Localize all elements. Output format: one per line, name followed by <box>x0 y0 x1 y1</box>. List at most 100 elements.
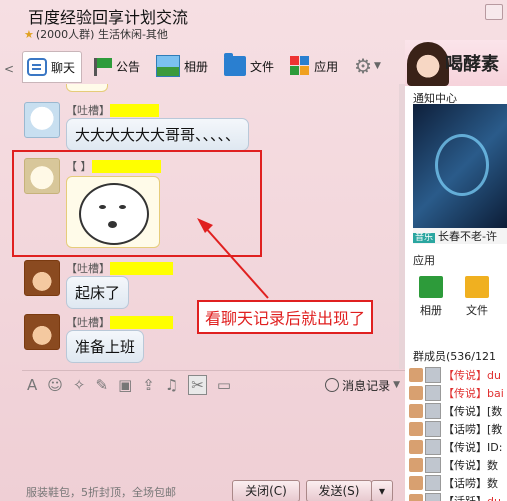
apps-grid: 相册 文件 <box>413 270 505 318</box>
members-title: 群成员(536/121 <box>413 350 496 363</box>
ad-link[interactable]: 服装鞋包，5折封顶，全场包邮 <box>26 484 176 500</box>
folder-icon <box>224 53 247 76</box>
message-bubble: 大大大大大大哥哥、、、、、 <box>66 118 250 151</box>
clock-icon <box>325 378 340 392</box>
chevron-down-icon[interactable]: ▼ <box>374 61 381 71</box>
avatar[interactable] <box>24 102 60 138</box>
member-row[interactable]: 【传说】 bai <box>409 384 504 402</box>
screenshot-icon[interactable]: ✂ <box>188 375 207 395</box>
member-name: du <box>487 494 501 501</box>
tab-album[interactable]: 相册 <box>152 52 214 80</box>
chat-icon <box>27 58 47 76</box>
member-row[interactable]: 【传说】 ID: <box>409 438 504 456</box>
edit-icon[interactable]: ✎ <box>95 376 108 394</box>
back-button[interactable]: < <box>4 62 14 76</box>
send-options-button[interactable]: ▾ <box>371 480 393 501</box>
member-row[interactable]: 【活跃】du <box>409 492 504 501</box>
music-bar[interactable]: 音乐 长春不老-许 <box>413 228 507 244</box>
tab-announcement-label: 公告 <box>116 59 141 74</box>
input-toolbar: A ☺ ✧ ✎ ▣ ⇪ ♫ ✂ ▭ 消息记录 ▼ <box>22 370 406 399</box>
notice-graphic <box>435 134 489 196</box>
message-input[interactable] <box>22 398 406 474</box>
avatar[interactable] <box>24 260 60 296</box>
message-bubble: 准备上班 <box>66 330 145 363</box>
member-avatar <box>425 403 441 419</box>
member-name: 数 <box>487 477 498 490</box>
nickname: 【吐槽】 <box>66 314 173 330</box>
send-button[interactable]: 发送(S) <box>306 480 372 501</box>
music-tag: 音乐 <box>413 233 436 243</box>
member-tag: 【传说】 <box>443 369 487 382</box>
chevron-down-icon: ▼ <box>393 380 400 390</box>
member-tag: 【话唠】 <box>443 477 487 490</box>
minimize-button[interactable] <box>485 4 503 20</box>
member-avatar <box>409 368 423 382</box>
member-row[interactable]: 【传说】 [数 <box>409 402 504 420</box>
font-icon[interactable]: A <box>27 376 37 394</box>
photo-icon <box>156 55 181 77</box>
right-panel: 喝酵素 通知中心 音乐 长春不老-许 应用 相册 文件 群成员(536/121 【… <box>405 40 507 501</box>
message-bubble: 起床了 <box>66 276 130 309</box>
emoji-icon[interactable]: ☺ <box>47 376 63 394</box>
member-name: [数 <box>487 405 503 418</box>
member-row[interactable]: 【传说】 du <box>409 366 504 384</box>
nickname: 【吐槽】 <box>66 102 159 118</box>
member-avatar <box>409 476 423 490</box>
tab-announcement[interactable]: 公告 <box>88 52 146 80</box>
tab-files-label: 文件 <box>250 59 275 74</box>
member-tag: 【传说】 <box>443 387 487 400</box>
history-button[interactable]: 消息记录 ▼ <box>325 377 400 394</box>
tab-chat[interactable]: 聊天 <box>22 51 83 83</box>
notice-image[interactable] <box>413 104 507 236</box>
ad-banner[interactable]: 喝酵素 <box>405 40 507 86</box>
member-avatar <box>425 475 441 491</box>
member-avatar <box>425 385 441 401</box>
app-album-label: 相册 <box>420 304 442 317</box>
nick-tag: 【吐槽】 <box>66 316 110 329</box>
member-row[interactable]: 【传说】数 <box>409 456 504 474</box>
member-name: [教 <box>487 423 503 436</box>
history-label: 消息记录 <box>342 378 391 393</box>
close-button[interactable]: 关闭(C) <box>232 480 300 501</box>
member-avatar <box>425 493 441 501</box>
app-album[interactable]: 相册 <box>413 270 449 318</box>
apps-title: 应用 <box>413 254 435 267</box>
member-name: ID: <box>487 440 503 454</box>
member-row[interactable]: 【话唠】数 <box>409 474 504 492</box>
nick-highlight <box>110 262 173 275</box>
avatar[interactable] <box>24 314 60 350</box>
group-info: (2000人群) 生活休闲-其他 <box>35 28 168 41</box>
nick-tag: 【吐槽】 <box>66 104 110 117</box>
tab-album-label: 相册 <box>184 59 209 74</box>
gear-icon[interactable]: ⚙ <box>354 54 372 78</box>
more-icon[interactable]: ▭ <box>217 376 231 394</box>
member-tag: 【传说】 <box>443 405 487 418</box>
member-avatar <box>409 404 423 418</box>
folder-icon <box>465 276 489 298</box>
star-icon: ★ <box>24 28 34 41</box>
shake-icon[interactable]: ✧ <box>73 376 86 394</box>
banner-brand: 喝酵素 <box>445 54 499 75</box>
tab-bar: 聊天 公告 相册 文件 应用 ⚙ ▼ <box>22 50 402 83</box>
nick-highlight <box>110 104 159 117</box>
image-icon[interactable]: ▣ <box>118 376 132 394</box>
member-tag: 【传说】 <box>443 459 487 472</box>
member-avatar <box>425 421 441 437</box>
app-files[interactable]: 文件 <box>459 270 495 318</box>
member-name: bai <box>487 386 504 400</box>
member-tag: 【活跃】 <box>443 493 487 501</box>
member-row[interactable]: 【话唠】 [教 <box>409 420 504 438</box>
upload-icon[interactable]: ⇪ <box>142 376 155 394</box>
tab-files[interactable]: 文件 <box>220 52 280 80</box>
flag-icon <box>92 56 113 76</box>
music-title: 长春不老-许 <box>438 230 497 243</box>
member-avatar <box>425 457 441 473</box>
tab-apps[interactable]: 应用 <box>286 52 344 80</box>
chat-window: 百度经验回享计划交流 ★ (2000人群) 生活休闲-其他 < 聊天 公告 相册 … <box>0 0 507 501</box>
member-avatar <box>425 439 441 455</box>
app-files-label: 文件 <box>466 304 488 317</box>
member-avatar <box>409 494 423 501</box>
highlight-box <box>12 150 262 257</box>
music-icon[interactable]: ♫ <box>165 376 178 394</box>
group-title: 百度经验回享计划交流 <box>28 8 189 27</box>
